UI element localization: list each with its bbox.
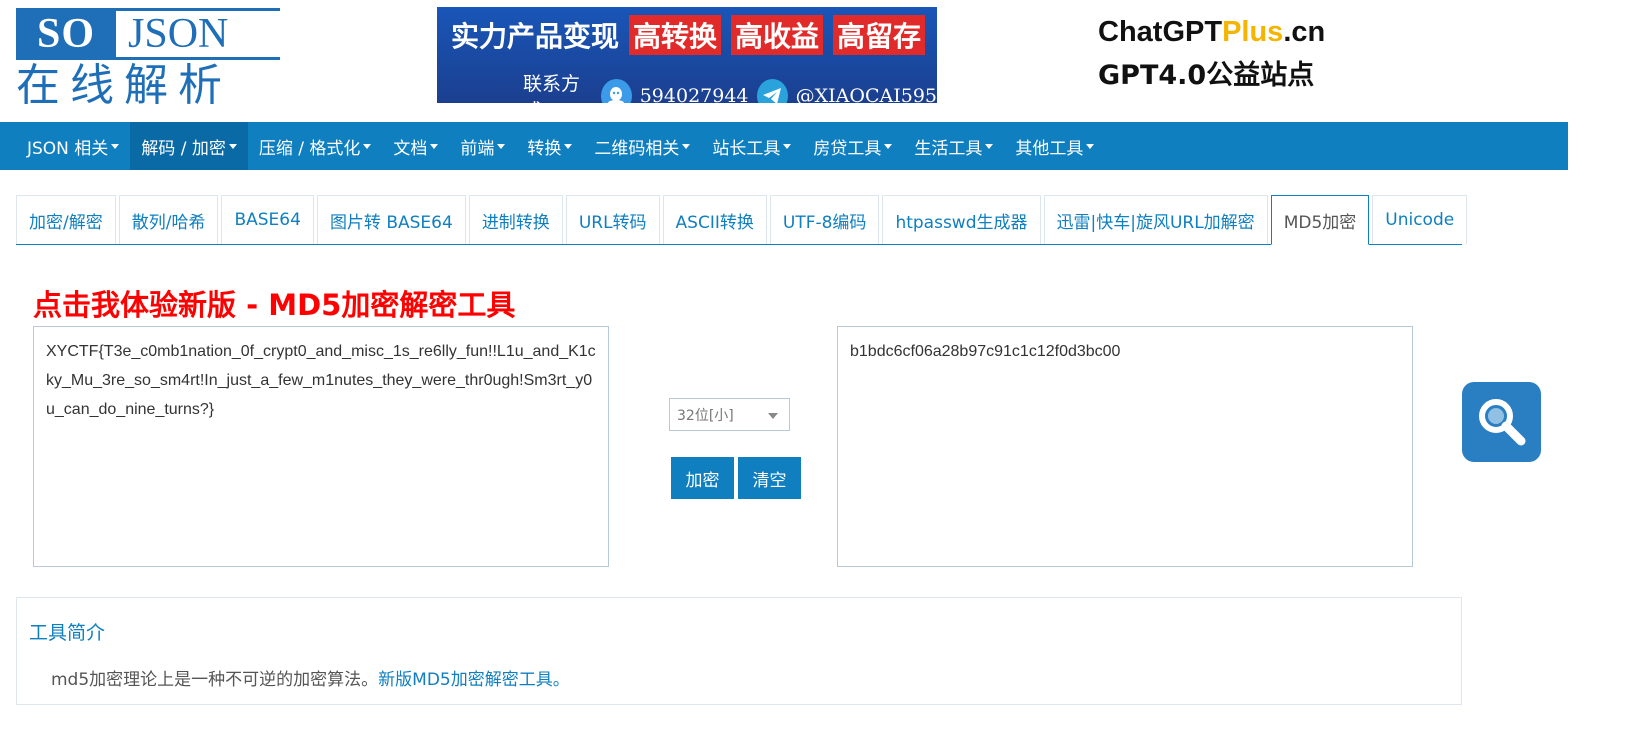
nav-convert[interactable]: 转换 [516,122,583,170]
clear-button[interactable]: 清空 [738,457,801,499]
banner-tag: 高留存 [833,15,926,55]
ad-banner[interactable]: 实力产品变现 高转换 高收益 高留存 联系方式 594027944 @XIAOC… [437,7,937,103]
caret-down-icon [111,143,120,149]
qq-icon [600,79,632,103]
nav-docs[interactable]: 文档 [382,122,449,170]
caret-down-icon [783,143,792,149]
site-logo[interactable]: SO JSON 在线解析 [16,8,280,112]
site-header: SO JSON 在线解析 实力产品变现 高转换 高收益 高留存 联系方式 594… [0,0,1626,122]
chevron-down-icon [768,413,778,419]
tab-hash[interactable]: 散列/哈希 [118,195,219,244]
tab-url[interactable]: URL转码 [565,195,660,244]
caret-down-icon [228,143,237,149]
banner-tag: 高转换 [629,15,722,55]
logo-json-text: JSON [116,8,280,60]
banner-contact-label: 联系方式 [523,73,581,103]
nav-qrcode[interactable]: 二维码相关 [583,122,701,170]
new-version-link[interactable]: 点击我体验新版 - MD5加密解密工具 [33,282,515,324]
logo-cn-text: 在线解析 [16,60,232,111]
tool-intro-panel: 工具简介 md5加密理论上是一种不可逆的加密算法。新版MD5加密解密工具。 [16,597,1462,705]
banner-headline: 实力产品变现 [451,20,620,53]
tab-unicode[interactable]: Unicode [1372,195,1468,244]
caret-down-icon [884,143,893,149]
input-textarea[interactable]: XYCTF{T3e_c0mb1nation_0f_crypt0_and_misc… [33,326,609,567]
logo-so-text: SO [16,8,116,60]
nav-compress-format[interactable]: 压缩 / 格式化 [248,122,383,170]
tab-htpasswd[interactable]: htpasswd生成器 [882,195,1041,244]
nav-decode-encrypt[interactable]: 解码 / 加密 [130,122,248,170]
select-value: 32位[小] [677,407,734,424]
intro-title: 工具简介 [29,622,106,644]
nav-life[interactable]: 生活工具 [903,122,1004,170]
encrypt-button[interactable]: 加密 [671,457,734,499]
promo-chatgpt[interactable]: ChatGPTPlus.cn GPT4.0公益站点 [1098,16,1348,96]
tab-thunder-url[interactable]: 迅雷|快车|旋风URL加解密 [1043,195,1268,244]
tool-tabs: 加密/解密 散列/哈希 BASE64 图片转 BASE64 进制转换 URL转码… [16,195,1468,245]
search-icon[interactable] [1462,382,1541,462]
tab-image-base64[interactable]: 图片转 BASE64 [316,195,466,244]
banner-tag: 高收益 [731,15,824,55]
banner-qq-number: 594027944 [639,85,749,103]
tab-encrypt-decrypt[interactable]: 加密/解密 [16,195,116,244]
main-navbar: JSON 相关 解码 / 加密 压缩 / 格式化 文档 前端 转换 二维码相关 … [0,122,1568,170]
nav-webmaster[interactable]: 站长工具 [701,122,802,170]
promo-brand: ChatGPTPlus.cn [1098,16,1326,48]
output-textarea[interactable]: b1bdc6cf06a28b97c91c1c12f0d3bc00 [837,326,1413,567]
tab-utf8[interactable]: UTF-8编码 [769,195,880,244]
promo-tagline: GPT4.0公益站点 [1098,60,1315,91]
caret-down-icon [497,143,506,149]
telegram-icon [756,79,788,103]
caret-down-icon [564,143,573,149]
tab-ascii[interactable]: ASCII转换 [662,195,767,244]
caret-down-icon [1086,143,1095,149]
nav-other[interactable]: 其他工具 [1004,122,1105,170]
caret-down-icon [682,143,691,149]
banner-telegram: @XIAOCAI595 [795,85,937,103]
caret-down-icon [985,143,994,149]
nav-frontend[interactable]: 前端 [449,122,516,170]
intro-new-version-link[interactable]: 新版MD5加密解密工具。 [378,670,570,690]
nav-mortgage[interactable]: 房贷工具 [802,122,903,170]
caret-down-icon [363,143,372,149]
intro-text: md5加密理论上是一种不可逆的加密算法。新版MD5加密解密工具。 [51,670,570,690]
tab-radix[interactable]: 进制转换 [468,195,563,244]
tab-base64[interactable]: BASE64 [221,195,314,244]
tab-md5[interactable]: MD5加密 [1270,195,1370,245]
bit-length-select[interactable]: 32位[小] [669,398,790,431]
caret-down-icon [430,143,439,149]
nav-json[interactable]: JSON 相关 [16,122,130,170]
